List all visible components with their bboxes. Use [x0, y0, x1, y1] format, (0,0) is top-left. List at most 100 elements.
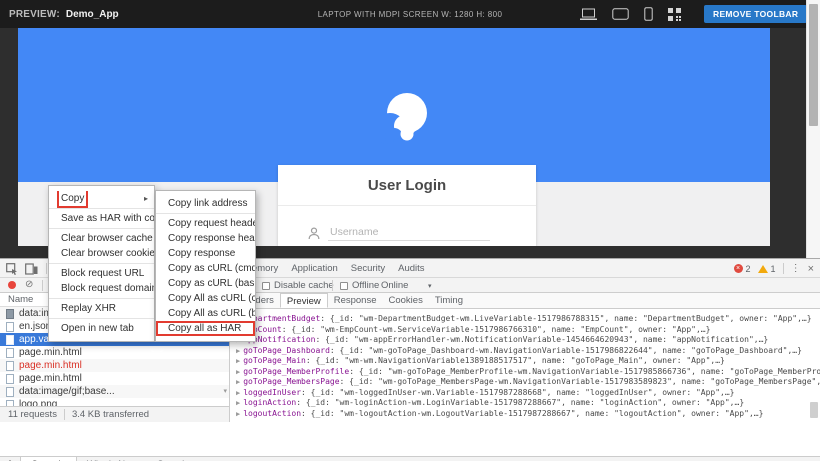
json-tree-row[interactable]: ▶goToPage_MemberProfile: {_id: "wm-goToP…: [236, 367, 820, 378]
expand-arrow-icon[interactable]: ▶: [236, 378, 240, 386]
inspect-element-icon[interactable]: [6, 263, 18, 275]
detail-tab[interactable]: Preview: [280, 293, 328, 308]
console-drawer: ⋮ ConsoleWhat's NewSearch × ⊘ top ▾: [0, 456, 820, 461]
transferred-size: 3.4 KB transferred: [72, 409, 149, 420]
context-submenu-item[interactable]: Copy response: [156, 246, 255, 261]
separator: [42, 280, 43, 291]
console-tabbar: ⋮ ConsoleWhat's NewSearch ×: [0, 457, 820, 461]
context-submenu-item[interactable]: Copy response headers: [156, 231, 255, 246]
json-tree-row[interactable]: ▶loggedInUser: {_id: "wm-loggedInUser-wm…: [236, 388, 820, 399]
separator: [46, 263, 47, 274]
context-menu-item[interactable]: Clear browser cookies ▸: [49, 246, 154, 264]
network-request-row[interactable]: page.min.html: [0, 359, 229, 372]
expand-arrow-icon[interactable]: ▶: [236, 410, 240, 418]
scroll-down-icon[interactable]: ▾: [223, 387, 227, 395]
json-tree-row[interactable]: ▶goToPage_Main: {_id: "wm-wm.NavigationV…: [236, 356, 820, 367]
detail-scrollbar-thumb[interactable]: [810, 402, 818, 418]
expand-arrow-icon[interactable]: ▶: [236, 357, 240, 365]
error-count: 2: [746, 264, 751, 274]
login-title: User Login: [278, 165, 536, 194]
context-submenu-item[interactable]: Copy request headers: [156, 216, 255, 231]
context-menu-item[interactable]: Clear browser cache ▸: [49, 231, 154, 246]
expand-arrow-icon[interactable]: ▶: [236, 368, 240, 376]
file-icon: [6, 348, 14, 358]
network-request-row[interactable]: page.min.html: [0, 372, 229, 385]
error-count-icon[interactable]: ×: [734, 264, 743, 273]
context-submenu-item[interactable]: Copy link address: [156, 196, 255, 214]
context-menu-item[interactable]: Block request domain ▸: [49, 281, 154, 299]
preview-toolbar: PREVIEW: Demo_App LAPTOP WITH MDPI SCREE…: [0, 0, 820, 28]
record-icon[interactable]: [8, 281, 16, 289]
json-tree-row[interactable]: ▶loginAction: {_id: "wm-loginAction-wm.L…: [236, 398, 820, 409]
detail-tab[interactable]: Cookies: [383, 293, 429, 308]
device-toolbar-icon[interactable]: [25, 262, 38, 275]
browser-scrollbar[interactable]: [806, 0, 820, 258]
network-request-row[interactable]: data:image/gif;base...: [0, 385, 229, 398]
chevron-down-icon[interactable]: ▾: [428, 282, 432, 290]
network-request-row[interactable]: page.min.html: [0, 346, 229, 359]
file-icon: [6, 335, 14, 345]
context-menu-item[interactable]: Block request URL ▸: [49, 266, 154, 281]
expand-arrow-icon[interactable]: ▶: [236, 347, 240, 355]
expand-arrow-icon[interactable]: ▶: [236, 399, 240, 407]
context-submenu-item[interactable]: Copy all as HAR: [156, 321, 255, 336]
phone-icon[interactable]: [644, 7, 653, 21]
context-menu-item[interactable]: Open in new tab ▸: [49, 321, 154, 336]
console-tabs: ConsoleWhat's NewSearch: [20, 457, 197, 461]
context-submenu-item[interactable]: Copy All as cURL (cmd): [156, 291, 255, 306]
user-icon: [308, 227, 320, 240]
console-tab[interactable]: Search: [147, 457, 197, 461]
clear-icon[interactable]: ⊘: [25, 278, 33, 292]
json-tree-row[interactable]: ▶DepartmentBudget: {_id: "wm-DepartmentB…: [236, 314, 820, 325]
detail-tab[interactable]: Response: [328, 293, 383, 308]
expand-arrow-icon[interactable]: ▶: [236, 389, 240, 397]
file-icon: [6, 309, 14, 319]
json-tree-row[interactable]: ▶EmpCount: {_id: "wm-EmpCount-wm.Service…: [236, 325, 820, 336]
json-tree-row[interactable]: ▶goToPage_MembersPage: {_id: "wm-goToPag…: [236, 377, 820, 388]
context-menu: Copy ▸ Save as HAR with content ▸ Clear …: [48, 185, 155, 342]
json-tree-row[interactable]: ▶appNotification: {_id: "wm-appErrorHand…: [236, 335, 820, 346]
network-request-row[interactable]: logo.png: [0, 398, 229, 406]
context-submenu-item[interactable]: Copy as cURL (bash): [156, 276, 255, 291]
devtools-tabs: MemoryApplicationSecurityAudits: [244, 259, 425, 278]
remove-toolbar-button[interactable]: REMOVE TOOLBAR: [704, 5, 807, 23]
context-menu-item[interactable]: Replay XHR ▸: [49, 301, 154, 319]
username-input[interactable]: [328, 223, 490, 241]
devtools-tab[interactable]: Security: [351, 263, 385, 274]
drawer-close-icon[interactable]: ×: [798, 457, 820, 461]
throttling-dropdown[interactable]: Online: [381, 280, 408, 291]
file-icon: [6, 322, 14, 332]
laptop-icon[interactable]: [580, 8, 597, 21]
warning-count-icon[interactable]: [758, 265, 768, 273]
console-tab[interactable]: Console: [20, 457, 77, 461]
devtools-tab[interactable]: Application: [291, 263, 337, 274]
context-submenu: Copy link address Copy request headers C…: [155, 190, 256, 342]
drawer-menu-icon[interactable]: ⋮: [0, 457, 20, 461]
screenshot-root: PREVIEW: Demo_App LAPTOP WITH MDPI SCREE…: [0, 0, 820, 461]
request-detail-pane: HeadersPreviewResponseCookiesTiming ▶Dep…: [230, 293, 820, 422]
tablet-icon[interactable]: [612, 8, 629, 20]
network-summary: 11 requests 3.4 KB transferred: [0, 406, 229, 422]
disable-cache-label: Disable cache: [274, 280, 334, 291]
devtools-menu-icon[interactable]: ⋮: [791, 263, 801, 274]
file-icon: [6, 387, 14, 397]
devtools-close-icon[interactable]: ×: [808, 263, 814, 275]
json-tree-row[interactable]: ▶logoutAction: {_id: "wm-logoutAction-wm…: [236, 409, 820, 420]
context-menu-item[interactable]: Copy ▸: [49, 191, 154, 209]
card-divider: [278, 205, 536, 206]
json-tree-row[interactable]: ▶goToPage_Dashboard: {_id: "wm-goToPage_…: [236, 346, 820, 357]
qr-code-icon[interactable]: [668, 8, 681, 21]
context-submenu-item[interactable]: Copy as cURL (cmd): [156, 261, 255, 276]
context-menu-item[interactable]: Save as HAR with content ▸: [49, 211, 154, 229]
detail-tab[interactable]: Timing: [429, 293, 469, 308]
detail-tabs: HeadersPreviewResponseCookiesTiming: [230, 293, 820, 309]
console-tab[interactable]: What's New: [77, 457, 147, 461]
file-icon: [6, 361, 14, 371]
disable-cache-checkbox[interactable]: [262, 282, 270, 290]
offline-checkbox[interactable]: [340, 282, 348, 290]
context-submenu-item[interactable]: Copy All as cURL (bash): [156, 306, 255, 321]
devtools-tab[interactable]: Audits: [398, 263, 424, 274]
json-preview: ▶DepartmentBudget: {_id: "wm-DepartmentB…: [230, 309, 820, 422]
separator: [64, 409, 65, 420]
scrollbar-thumb[interactable]: [809, 4, 818, 126]
